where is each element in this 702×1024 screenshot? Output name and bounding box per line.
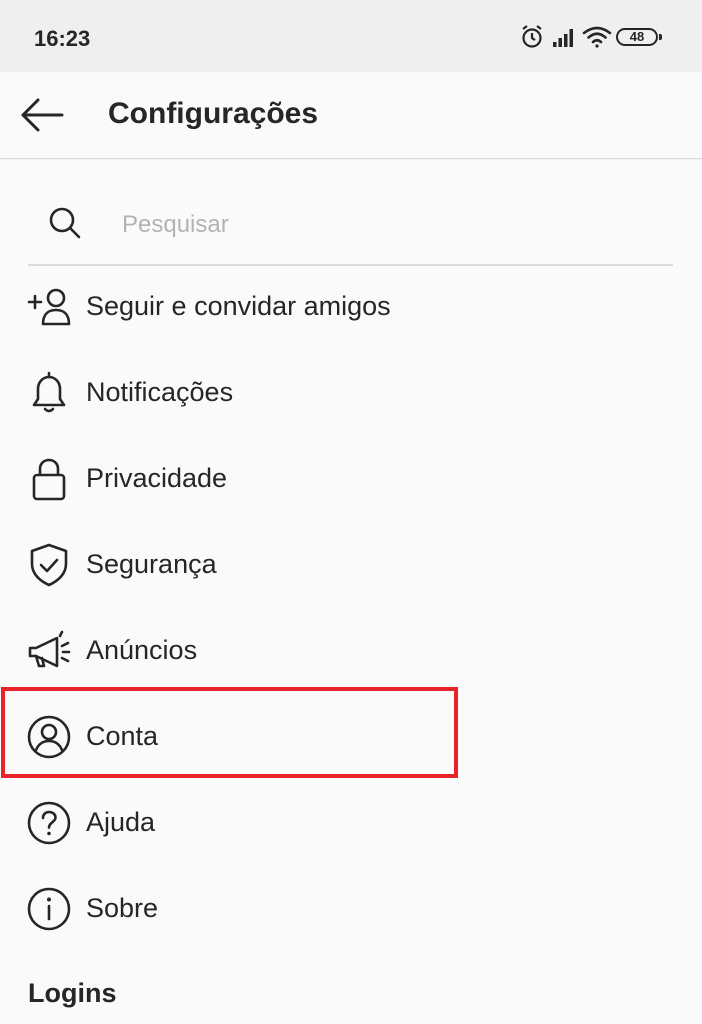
menu-item-label: Seguir e convidar amigos: [86, 291, 391, 321]
menu-item-label: Privacidade: [86, 463, 228, 493]
back-button[interactable]: [18, 92, 66, 138]
menu-item-about[interactable]: Sobre: [0, 866, 702, 952]
menu-item-label: Anúncios: [86, 635, 198, 665]
battery-level: 48: [616, 28, 658, 46]
page-title: Configurações: [108, 97, 319, 130]
menu-item-security[interactable]: Segurança: [0, 522, 702, 608]
menu-item-label: Sobre: [86, 893, 159, 923]
section-heading-logins: Logins: [28, 978, 117, 1008]
app-header: Configurações: [0, 72, 702, 159]
bell-icon: [26, 370, 72, 416]
search-input[interactable]: [120, 204, 654, 246]
signal-icon: [552, 24, 578, 50]
add-person-icon: [26, 284, 72, 330]
arrow-left-icon: [18, 92, 66, 138]
search-bar[interactable]: [28, 186, 673, 266]
status-icons: 48: [520, 24, 670, 52]
alarm-icon: [520, 24, 544, 50]
menu-item-privacy[interactable]: Privacidade: [0, 436, 702, 522]
menu-item-help[interactable]: Ajuda: [0, 780, 702, 866]
highlight-box: [1, 687, 458, 778]
shield-icon: [26, 542, 72, 588]
info-icon: [26, 886, 72, 932]
menu-item-label: Ajuda: [86, 807, 156, 837]
menu-item-ads[interactable]: Anúncios: [0, 608, 702, 694]
menu-item-follow-invite[interactable]: Seguir e convidar amigos: [0, 264, 702, 350]
lock-icon: [26, 456, 72, 502]
help-icon: [26, 800, 72, 846]
wifi-icon: [582, 24, 612, 50]
status-bar: 16:23 48: [0, 0, 702, 72]
menu-item-label: Notificações: [86, 377, 234, 407]
megaphone-icon: [26, 628, 72, 674]
battery-icon: 48: [616, 24, 664, 50]
status-time: 16:23: [34, 26, 91, 51]
menu-item-label: Segurança: [86, 549, 217, 579]
search-icon: [46, 204, 86, 244]
menu-item-notifications[interactable]: Notificações: [0, 350, 702, 436]
